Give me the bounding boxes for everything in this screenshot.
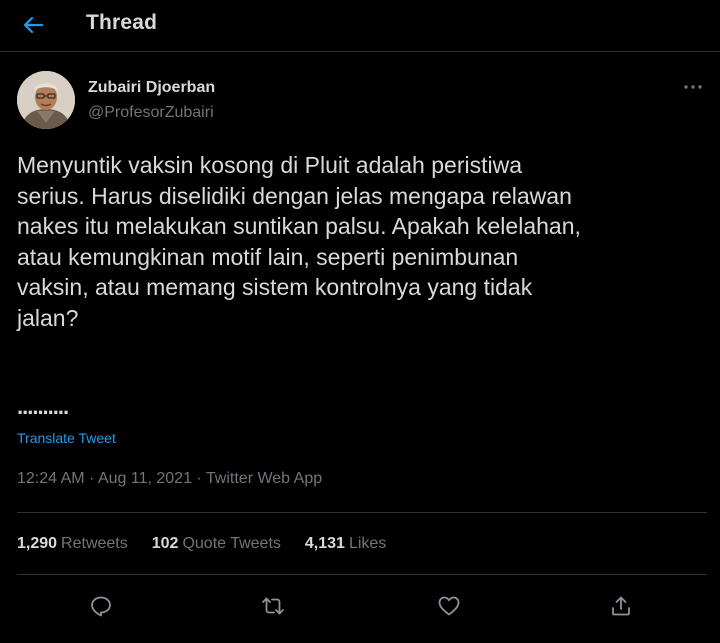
- quote-tweets-count: 102: [151, 535, 179, 552]
- retweets-stat[interactable]: 1,290 Retweets: [17, 535, 128, 553]
- quote-tweets-stat[interactable]: 102 Quote Tweets: [152, 535, 281, 553]
- retweet-icon: [262, 597, 284, 615]
- thread-header: Thread: [0, 0, 720, 52]
- back-button[interactable]: [16, 8, 50, 42]
- more-horizontal-icon: [684, 85, 702, 89]
- quote-tweets-label: Quote Tweets: [182, 535, 281, 552]
- share-button[interactable]: [603, 588, 639, 624]
- more-options-button[interactable]: [680, 77, 706, 97]
- likes-stat[interactable]: 4,131 Likes: [305, 535, 386, 553]
- divider: [17, 512, 707, 513]
- author-handle[interactable]: @ProfesorZubairi: [88, 104, 214, 122]
- likes-count: 4,131: [304, 535, 345, 552]
- likes-label: Likes: [348, 535, 387, 552]
- tweet-time[interactable]: 12:24 AM: [17, 470, 85, 487]
- tweet-date[interactable]: Aug 11, 2021: [98, 470, 192, 487]
- divider: [17, 574, 707, 575]
- page-title: Thread: [86, 11, 158, 34]
- reply-icon: [91, 596, 111, 617]
- reply-button[interactable]: [83, 588, 119, 624]
- share-icon: [612, 596, 630, 616]
- retweets-label: Retweets: [61, 535, 128, 552]
- retweets-count: 1,290: [17, 535, 58, 552]
- author-name[interactable]: Zubairi Djoerban: [88, 79, 215, 97]
- meta-separator: ·: [191, 470, 206, 487]
- avatar[interactable]: [17, 71, 75, 129]
- heart-icon: [438, 596, 460, 616]
- retweet-button[interactable]: [255, 588, 291, 624]
- tweet-stats: 1,290 Retweets 102 Quote Tweets 4,131 Likes: [17, 535, 410, 553]
- arrow-left-icon: [23, 16, 43, 34]
- tweet-meta: 12:24 AM · Aug 11, 2021 · Twitter Web Ap…: [17, 470, 322, 488]
- like-button[interactable]: [431, 588, 467, 624]
- tweet-ellipsis: ..........: [17, 394, 69, 419]
- translate-tweet-link[interactable]: Translate Tweet: [17, 430, 116, 446]
- avatar-image: [17, 71, 75, 129]
- tweet-text: Menyuntik vaksin kosong di Pluit adalah …: [17, 152, 581, 331]
- meta-separator: ·: [84, 470, 98, 487]
- tweet-actions: [17, 588, 707, 624]
- tweet-source[interactable]: Twitter Web App: [206, 470, 322, 487]
- tweet-author: Zubairi Djoerban @ProfesorZubairi: [17, 71, 707, 131]
